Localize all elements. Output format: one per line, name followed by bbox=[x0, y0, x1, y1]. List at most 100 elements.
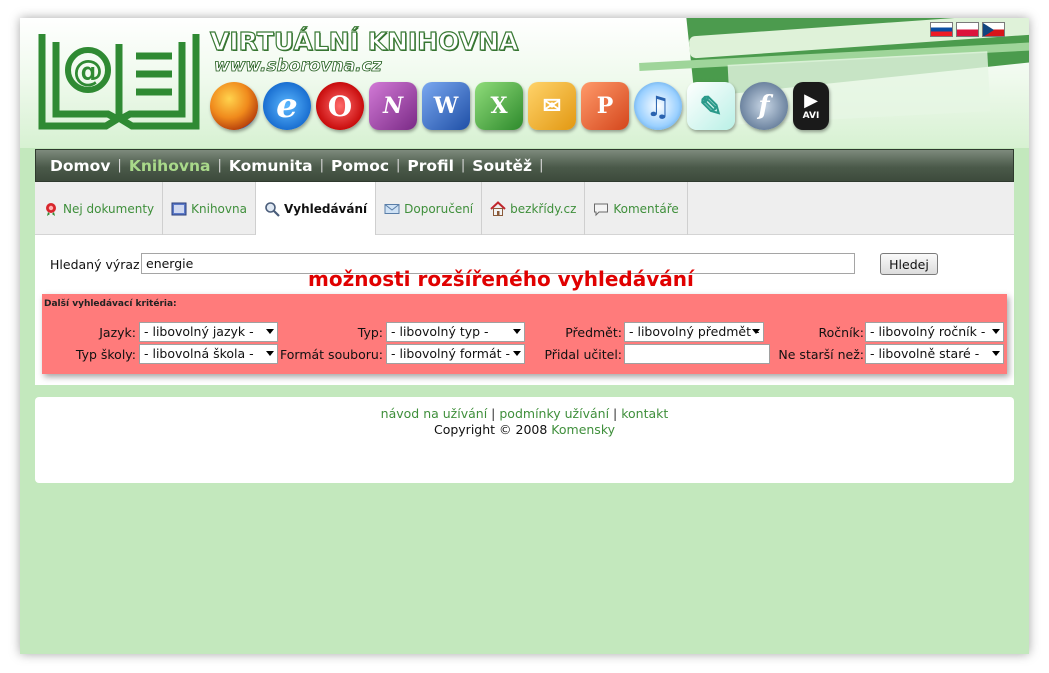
pridal-ucitel-label: Přidal učitel: bbox=[544, 347, 622, 362]
nav-separator: | bbox=[319, 158, 325, 173]
search-panel: Hledaný výraz: Hledej možnosti rozšířené… bbox=[35, 235, 1014, 385]
jazyk-label: Jazyk: bbox=[99, 325, 136, 340]
avi-icon: ▶ AVI bbox=[793, 82, 829, 130]
house-icon bbox=[490, 200, 506, 217]
rosette-icon bbox=[43, 201, 59, 217]
library-logo-icon[interactable]: @ bbox=[36, 26, 202, 132]
czech-flag-icon[interactable] bbox=[982, 22, 1005, 37]
typ-skoly-label: Typ školy: bbox=[75, 347, 136, 362]
nav-pomoc[interactable]: Pomoc bbox=[331, 157, 389, 175]
format-select[interactable]: - libovolný formát - bbox=[386, 344, 525, 364]
internet-explorer-icon: e bbox=[263, 82, 311, 130]
avi-label: AVI bbox=[802, 111, 820, 121]
chevron-down-icon bbox=[266, 329, 274, 334]
footer-links: návod na užívání | podmínky užívání | ko… bbox=[35, 406, 1014, 421]
copyright: Copyright © 2008 Komensky bbox=[35, 422, 1014, 437]
footer-link-kontakt[interactable]: kontakt bbox=[621, 406, 668, 421]
format-value: - libovolný formát - bbox=[391, 346, 511, 361]
ne-starsi-nez-value: - libovolně staré - bbox=[870, 346, 980, 361]
opera-icon: O bbox=[316, 82, 364, 130]
site-title: VIRTUÁLNÍ KNIHOVNA bbox=[209, 26, 519, 56]
typ-value: - libovolný typ - bbox=[391, 324, 489, 339]
nav-separator: | bbox=[396, 158, 401, 173]
copyright-text: Copyright © 2008 bbox=[433, 422, 548, 437]
onenote-icon: N bbox=[369, 82, 417, 130]
magnifier-icon bbox=[264, 201, 280, 217]
tab-bezkridy[interactable]: bezkřídy.cz bbox=[482, 182, 586, 235]
feather-icon: ✎ bbox=[687, 82, 735, 130]
format-label: Formát souboru: bbox=[280, 347, 383, 362]
chevron-down-icon bbox=[992, 329, 1000, 334]
slovak-flag-icon[interactable] bbox=[930, 22, 953, 37]
tab-knihovna[interactable]: Knihovna bbox=[163, 182, 256, 235]
criteria-title: Další vyhledávací kritéria: bbox=[44, 299, 177, 309]
ne-starsi-nez-select[interactable]: - libovolně staré - bbox=[865, 344, 1004, 364]
typ-skoly-value: - libovolná škola - bbox=[144, 346, 254, 361]
site-header: @ VIRTUÁLNÍ KNIHOVNA www.sborovna.cz e O… bbox=[20, 18, 1029, 148]
typ-select[interactable]: - libovolný typ - bbox=[386, 322, 525, 342]
flash-icon: f bbox=[740, 82, 788, 130]
footer-separator: | bbox=[491, 406, 496, 421]
sub-tabs: Nej dokumenty Knihovna Vyhledávání Dopor… bbox=[35, 182, 1014, 235]
powerpoint-icon: P bbox=[581, 82, 629, 130]
typ-skoly-select[interactable]: - libovolná škola - bbox=[139, 344, 278, 364]
typ-label: Typ: bbox=[357, 325, 383, 340]
nav-separator: | bbox=[117, 158, 122, 173]
rocnik-select[interactable]: - libovolný ročník - bbox=[865, 322, 1004, 342]
tab-label: Nej dokumenty bbox=[63, 201, 155, 216]
footer-link-komensky[interactable]: Komensky bbox=[551, 422, 615, 437]
tab-label: Komentáře bbox=[613, 201, 679, 216]
chevron-down-icon bbox=[513, 329, 521, 334]
chevron-down-icon bbox=[266, 351, 274, 356]
footer: návod na užívání | podmínky užívání | ko… bbox=[35, 397, 1014, 483]
rocnik-label: Ročník: bbox=[818, 325, 865, 340]
itunes-icon: ♫ bbox=[634, 82, 682, 130]
svg-text:@: @ bbox=[73, 54, 103, 89]
book-icon bbox=[171, 201, 187, 217]
jazyk-select[interactable]: - libovolný jazyk - bbox=[139, 322, 278, 342]
nav-separator: | bbox=[539, 158, 544, 173]
nav-soutez[interactable]: Soutěž bbox=[472, 157, 532, 175]
language-flags bbox=[930, 22, 1005, 37]
outlook-icon: ✉ bbox=[528, 82, 576, 130]
tab-label: Doporučení bbox=[404, 201, 474, 216]
advanced-criteria-box: Další vyhledávací kritéria: Jazyk: - lib… bbox=[42, 294, 1007, 374]
tab-komentare[interactable]: Komentáře bbox=[585, 182, 688, 235]
nav-komunita[interactable]: Komunita bbox=[229, 157, 313, 175]
tab-label: Knihovna bbox=[191, 201, 247, 216]
jazyk-value: - libovolný jazyk - bbox=[144, 324, 254, 339]
annotation-text: možnosti rozšířeného vyhledávání bbox=[308, 267, 694, 291]
nav-knihovna[interactable]: Knihovna bbox=[129, 157, 211, 175]
chevron-down-icon bbox=[992, 351, 1000, 356]
word-icon: W bbox=[422, 82, 470, 130]
firefox-icon bbox=[210, 82, 258, 130]
excel-icon: X bbox=[475, 82, 523, 130]
predmet-label: Předmět: bbox=[565, 325, 622, 340]
search-label: Hledaný výraz: bbox=[50, 257, 144, 272]
tab-vyhledavani[interactable]: Vyhledávání bbox=[255, 182, 377, 235]
footer-link-podminky[interactable]: podmínky užívání bbox=[499, 406, 609, 421]
page-frame: @ VIRTUÁLNÍ KNIHOVNA www.sborovna.cz e O… bbox=[20, 18, 1029, 654]
ne-starsi-nez-label: Ne starší než: bbox=[778, 347, 864, 362]
predmet-value: - libovolný předmět - bbox=[629, 324, 760, 339]
tab-label: Vyhledávání bbox=[283, 201, 368, 216]
tab-nej-dokumenty[interactable]: Nej dokumenty bbox=[35, 182, 164, 235]
chevron-down-icon bbox=[513, 351, 521, 356]
tab-doporuceni[interactable]: Doporučení bbox=[376, 182, 483, 235]
nav-domov[interactable]: Domov bbox=[50, 157, 110, 175]
pridal-ucitel-input[interactable] bbox=[624, 344, 770, 364]
nav-separator: | bbox=[217, 158, 222, 173]
predmet-select[interactable]: - libovolný předmět - bbox=[624, 322, 764, 342]
main-navigation: Domov | Knihovna | Komunita | Pomoc | Pr… bbox=[35, 149, 1014, 182]
rocnik-value: - libovolný ročník - bbox=[870, 324, 986, 339]
footer-separator: | bbox=[613, 406, 618, 421]
polish-flag-icon[interactable] bbox=[956, 22, 979, 37]
site-url[interactable]: www.sborovna.cz bbox=[214, 56, 382, 77]
search-button[interactable]: Hledej bbox=[880, 253, 938, 275]
nav-profil[interactable]: Profil bbox=[407, 157, 453, 175]
footer-link-navod[interactable]: návod na užívání bbox=[381, 406, 488, 421]
app-icons-row: e O N W X ✉ P ♫ ✎ f ▶ AVI bbox=[210, 82, 834, 130]
chevron-down-icon bbox=[752, 329, 760, 334]
tab-label: bezkřídy.cz bbox=[510, 201, 577, 216]
speech-bubble-icon bbox=[593, 201, 609, 217]
